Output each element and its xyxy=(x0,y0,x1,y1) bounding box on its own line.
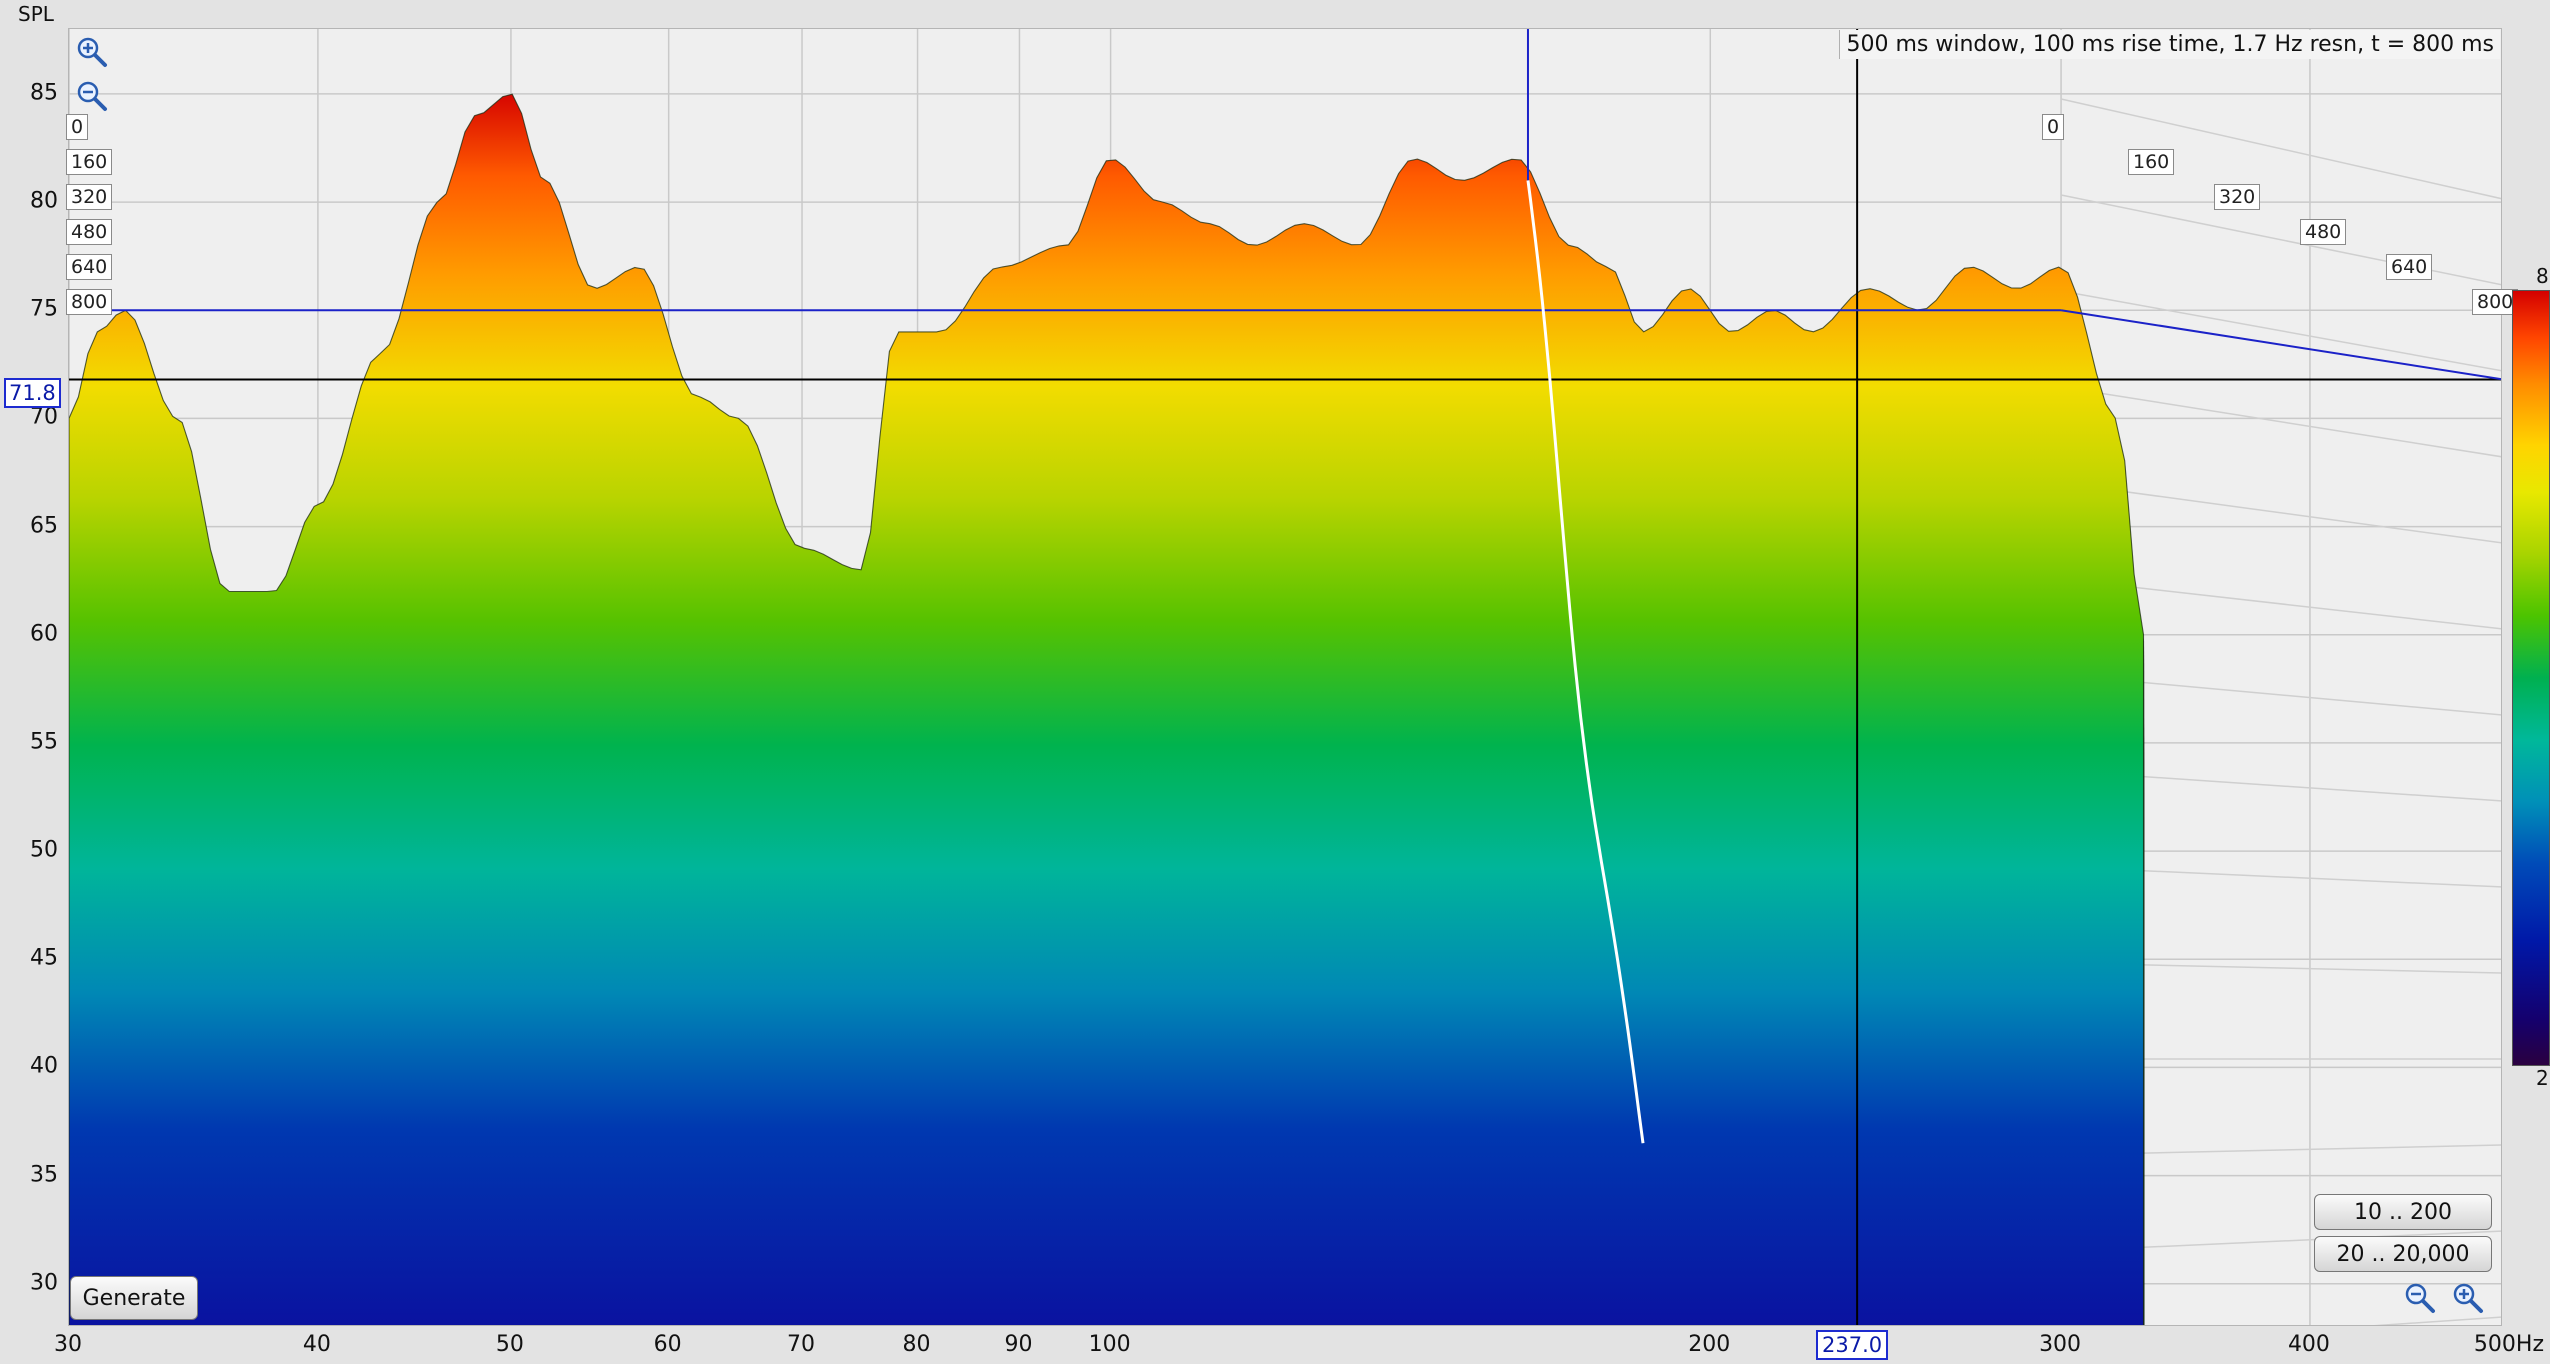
zoom-out-icon[interactable] xyxy=(75,79,109,113)
waterfall-slices xyxy=(69,93,2145,1325)
x-tick-80: 80 xyxy=(902,1332,931,1357)
time-label-left-160: 160 xyxy=(66,149,113,175)
color-scale-bottom-label: 2 xyxy=(2536,1066,2549,1090)
time-label-left-0: 0 xyxy=(66,114,89,140)
x-axis-unit: 500Hz xyxy=(2473,1332,2544,1357)
waterfall-slice xyxy=(69,93,2145,1325)
x-tick-60: 60 xyxy=(653,1332,682,1357)
generate-button[interactable]: Generate xyxy=(70,1276,198,1320)
x-tick-50: 50 xyxy=(495,1332,524,1357)
waterfall-plot[interactable] xyxy=(68,28,2502,1326)
analysis-info: 500 ms window, 100 ms rise time, 1.7 Hz … xyxy=(1839,30,2500,59)
depth-grid-line xyxy=(2060,194,2501,286)
color-scale-bar xyxy=(2512,290,2550,1066)
cursor-x-readout: 237.0 xyxy=(1816,1330,1889,1360)
x-tick-200: 200 xyxy=(1688,1332,1731,1357)
x-tick-30: 30 xyxy=(54,1332,82,1357)
cursor-y-readout: 71.8 xyxy=(4,378,61,408)
y-tick-75: 75 xyxy=(30,296,58,322)
y-tick-65: 65 xyxy=(30,513,58,539)
color-scale-top-label: 8 xyxy=(2536,264,2549,288)
time-label-left-480: 480 xyxy=(66,219,113,245)
y-tick-70: 70 xyxy=(30,404,58,430)
x-tick-300: 300 xyxy=(2039,1332,2082,1357)
range-20-20000-button[interactable]: 20 .. 20,000 xyxy=(2314,1236,2492,1272)
y-tick-80: 80 xyxy=(30,188,58,214)
time-label-left-640: 640 xyxy=(66,254,113,280)
time-label-right-640: 640 xyxy=(2386,254,2433,280)
waterfall-svg[interactable] xyxy=(69,29,2502,1326)
zoom-in-icon[interactable] xyxy=(2451,1281,2485,1315)
zoom-out-icon[interactable] xyxy=(2403,1281,2437,1315)
y-tick-45: 45 xyxy=(30,945,58,971)
time-label-right-160: 160 xyxy=(2128,149,2175,175)
y-tick-60: 60 xyxy=(30,621,58,647)
time-label-left-800: 800 xyxy=(66,289,113,315)
range-10-200-button[interactable]: 10 .. 200 xyxy=(2314,1194,2492,1230)
x-tick-100: 100 xyxy=(1088,1332,1131,1357)
x-tick-40: 40 xyxy=(302,1332,331,1357)
peak-level-perspective-line xyxy=(2060,309,2501,381)
x-tick-70: 70 xyxy=(787,1332,816,1357)
time-label-right-320: 320 xyxy=(2214,184,2261,210)
time-label-right-0: 0 xyxy=(2042,114,2065,140)
y-tick-85: 85 xyxy=(30,80,58,106)
depth-grid-line xyxy=(2060,290,2501,372)
y-tick-40: 40 xyxy=(30,1053,58,1079)
time-label-right-480: 480 xyxy=(2300,219,2347,245)
y-axis-title: SPL xyxy=(18,2,54,26)
depth-grid-line xyxy=(2060,386,2501,458)
y-tick-50: 50 xyxy=(30,837,58,863)
y-tick-35: 35 xyxy=(30,1162,58,1188)
y-tick-30: 30 xyxy=(30,1270,58,1296)
time-label-left-320: 320 xyxy=(66,184,113,210)
x-tick-90: 90 xyxy=(1004,1332,1033,1357)
y-tick-55: 55 xyxy=(30,729,58,755)
x-tick-400: 400 xyxy=(2287,1332,2330,1357)
zoom-in-icon[interactable] xyxy=(75,35,109,69)
